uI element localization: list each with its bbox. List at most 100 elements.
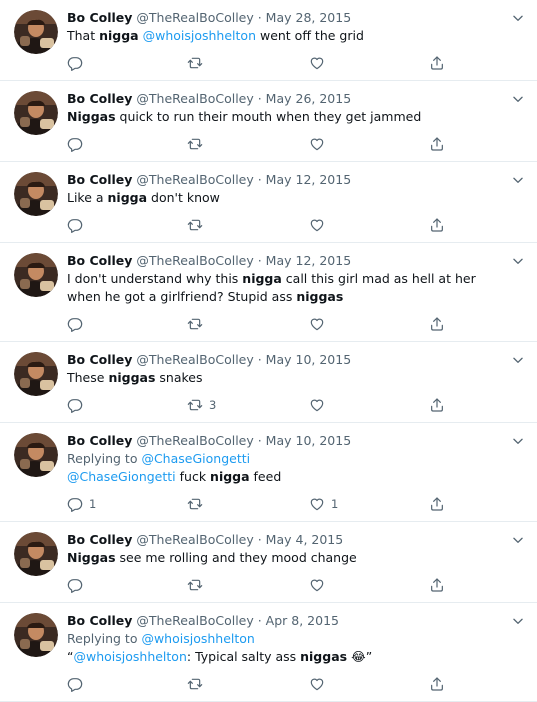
share-button[interactable]	[429, 135, 445, 153]
author-name[interactable]: Bo Colley	[67, 253, 132, 268]
tweet[interactable]: Bo Colley @TheRealBoColley · May 26, 201…	[0, 81, 537, 162]
bold-text: Niggas	[67, 550, 116, 565]
tweet-body: Bo Colley @TheRealBoColley · May 12, 201…	[67, 252, 507, 306]
reply-button[interactable]	[67, 576, 89, 594]
reply-button[interactable]	[67, 396, 89, 414]
reply-icon	[67, 397, 83, 413]
avatar[interactable]	[14, 10, 58, 54]
like-button[interactable]	[309, 54, 331, 72]
tweet[interactable]: Bo Colley @TheRealBoColley · May 10, 201…	[0, 342, 537, 423]
tweet-date[interactable]: May 26, 2015	[266, 91, 351, 106]
share-button[interactable]	[429, 495, 445, 513]
retweet-button[interactable]	[187, 54, 209, 72]
author-handle[interactable]: @TheRealBoColley	[136, 613, 253, 628]
tweet-date[interactable]: May 10, 2015	[266, 433, 351, 448]
avatar[interactable]	[14, 532, 58, 576]
mention-link[interactable]: @ChaseGiongetti	[67, 469, 176, 484]
author-handle[interactable]: @TheRealBoColley	[136, 172, 253, 187]
replying-to-link[interactable]: @whoisjoshhelton	[141, 631, 254, 646]
text-segment: don't know	[147, 190, 220, 205]
author-handle[interactable]: @TheRealBoColley	[136, 433, 253, 448]
tweet-date[interactable]: May 10, 2015	[266, 352, 351, 367]
tweet[interactable]: Bo Colley @TheRealBoColley · May 10, 201…	[0, 423, 537, 522]
tweet-date[interactable]: May 28, 2015	[266, 10, 351, 25]
share-button[interactable]	[429, 315, 445, 333]
like-button[interactable]	[309, 576, 331, 594]
author-handle[interactable]: @TheRealBoColley	[136, 352, 253, 367]
tweet-text: @ChaseGiongetti fuck nigga feed	[67, 468, 507, 486]
author-name[interactable]: Bo Colley	[67, 172, 132, 187]
like-count: 1	[331, 497, 339, 511]
text-segment: see me rolling and they mood change	[115, 550, 357, 565]
tweet[interactable]: Bo Colley @TheRealBoColley · May 12, 201…	[0, 162, 537, 243]
retweet-button[interactable]: 3	[187, 396, 216, 414]
text-segment: ”	[365, 649, 373, 664]
share-button[interactable]	[429, 396, 445, 414]
chevron-down-icon[interactable]	[511, 254, 525, 268]
tweet[interactable]: Bo Colley @TheRealBoColley · May 12, 201…	[0, 243, 537, 342]
chevron-down-icon[interactable]	[511, 434, 525, 448]
share-button[interactable]	[429, 576, 445, 594]
avatar[interactable]	[14, 352, 58, 396]
retweet-button[interactable]	[187, 576, 209, 594]
author-name[interactable]: Bo Colley	[67, 352, 132, 367]
avatar[interactable]	[14, 433, 58, 477]
reply-button[interactable]	[67, 135, 89, 153]
author-handle[interactable]: @TheRealBoColley	[136, 10, 253, 25]
tweet[interactable]: Bo Colley @TheRealBoColley · May 28, 201…	[0, 0, 537, 81]
retweet-button[interactable]	[187, 315, 209, 333]
tweet-date[interactable]: Apr 8, 2015	[266, 613, 339, 628]
avatar[interactable]	[14, 91, 58, 135]
retweet-button[interactable]	[187, 675, 209, 693]
share-button[interactable]	[429, 54, 445, 72]
replying-to: Replying to @ChaseGiongetti	[67, 450, 507, 468]
avatar[interactable]	[14, 172, 58, 216]
like-button[interactable]	[309, 315, 331, 333]
share-button[interactable]	[429, 675, 445, 693]
reply-button[interactable]	[67, 675, 89, 693]
tweet-actions	[67, 675, 457, 693]
author-handle[interactable]: @TheRealBoColley	[136, 532, 253, 547]
author-handle[interactable]: @TheRealBoColley	[136, 253, 253, 268]
chevron-down-icon[interactable]	[511, 92, 525, 106]
chevron-down-icon[interactable]	[511, 173, 525, 187]
reply-button[interactable]	[67, 315, 89, 333]
author-name[interactable]: Bo Colley	[67, 532, 132, 547]
avatar[interactable]	[14, 613, 58, 657]
tweet[interactable]: Bo Colley @TheRealBoColley · May 4, 2015…	[0, 522, 537, 603]
chevron-down-icon[interactable]	[511, 353, 525, 367]
avatar[interactable]	[14, 253, 58, 297]
retweet-button[interactable]	[187, 135, 209, 153]
like-button[interactable]: 1	[309, 495, 338, 513]
chevron-down-icon[interactable]	[511, 533, 525, 547]
separator: ·	[253, 532, 266, 547]
tweet-date[interactable]: May 12, 2015	[266, 172, 351, 187]
author-name[interactable]: Bo Colley	[67, 433, 132, 448]
like-button[interactable]	[309, 216, 331, 234]
chevron-down-icon[interactable]	[511, 11, 525, 25]
replying-to-link[interactable]: @ChaseGiongetti	[141, 451, 250, 466]
mention-link[interactable]: @whoisjoshhelton	[73, 649, 186, 664]
tweet-date[interactable]: May 12, 2015	[266, 253, 351, 268]
author-name[interactable]: Bo Colley	[67, 613, 132, 628]
reply-button[interactable]	[67, 54, 89, 72]
chevron-down-icon[interactable]	[511, 614, 525, 628]
tweet-date[interactable]: May 4, 2015	[266, 532, 344, 547]
share-button[interactable]	[429, 216, 445, 234]
share-icon	[429, 676, 445, 692]
mention-link[interactable]: @whoisjoshhelton	[143, 28, 256, 43]
tweet[interactable]: Bo Colley @TheRealBoColley · Apr 8, 2015…	[0, 603, 537, 702]
retweet-button[interactable]	[187, 216, 209, 234]
tweet-text: That nigga @whoisjoshhelton went off the…	[67, 27, 507, 45]
like-button[interactable]	[309, 396, 331, 414]
author-handle[interactable]: @TheRealBoColley	[136, 91, 253, 106]
author-name[interactable]: Bo Colley	[67, 10, 132, 25]
reply-button[interactable]	[67, 216, 89, 234]
author-name[interactable]: Bo Colley	[67, 91, 132, 106]
like-button[interactable]	[309, 135, 331, 153]
like-button[interactable]	[309, 675, 331, 693]
retweet-button[interactable]	[187, 495, 209, 513]
tweet-actions	[67, 576, 457, 594]
reply-button[interactable]: 1	[67, 495, 96, 513]
tweet-header: Bo Colley @TheRealBoColley · May 28, 201…	[67, 9, 507, 27]
